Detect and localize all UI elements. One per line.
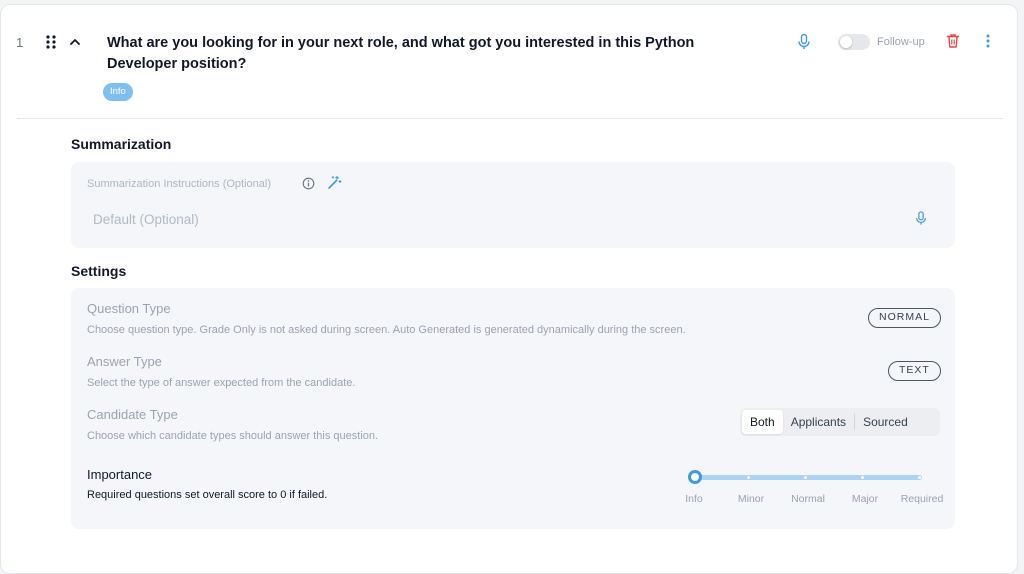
slider-step-dot	[804, 476, 807, 479]
slider-thumb[interactable]	[688, 470, 702, 484]
header-divider	[17, 118, 1003, 119]
answer-type-badge[interactable]: TEXT	[888, 361, 941, 381]
candidate-type-option-sourced[interactable]: Sourced	[855, 410, 916, 434]
question-card: 1 What are you looking for in your next …	[0, 4, 1018, 574]
importance-tag: Info	[103, 83, 133, 101]
question-type-title: Question Type	[87, 301, 171, 316]
magic-wand-icon[interactable]	[326, 175, 342, 191]
importance-level-normal[interactable]: Normal	[791, 493, 825, 505]
importance-description: Required questions set overall score to …	[87, 489, 328, 501]
importance-level-info[interactable]: Info	[685, 493, 703, 505]
summarization-panel: Summarization Instructions (Optional) De…	[71, 162, 955, 248]
slider-step-dot	[918, 476, 921, 479]
importance-level-minor[interactable]: Minor	[738, 493, 764, 505]
chevron-up-icon[interactable]	[68, 35, 82, 49]
summarization-title: Summarization	[71, 136, 172, 152]
candidate-type-selector: Both Applicants Sourced	[740, 408, 940, 436]
candidate-type-option-both[interactable]: Both	[742, 410, 783, 434]
microphone-icon[interactable]	[914, 210, 928, 227]
info-icon[interactable]	[302, 177, 315, 190]
toggle-knob	[840, 36, 852, 48]
importance-title: Importance	[87, 467, 153, 482]
followup-toggle[interactable]	[838, 34, 870, 50]
followup-label: Follow-up	[877, 36, 925, 48]
slider-step-dot	[861, 476, 864, 479]
candidate-type-title: Candidate Type	[87, 407, 178, 422]
importance-level-major[interactable]: Major	[852, 493, 878, 505]
answer-type-title: Answer Type	[87, 354, 162, 369]
question-number: 1	[16, 35, 24, 50]
candidate-type-option-applicants[interactable]: Applicants	[783, 410, 854, 434]
question-title: What are you looking for in your next ro…	[107, 35, 695, 72]
question-type-badge[interactable]: NORMAL	[868, 308, 941, 328]
slider-track	[694, 475, 922, 480]
settings-panel: Question Type Choose question type. Grad…	[71, 288, 955, 529]
summarization-input[interactable]: Default (Optional)	[93, 212, 199, 227]
importance-slider[interactable]	[688, 470, 926, 484]
slider-step-dot	[747, 476, 750, 479]
more-vertical-icon[interactable]	[983, 33, 993, 49]
trash-icon[interactable]	[946, 33, 960, 49]
importance-level-required[interactable]: Required	[901, 493, 944, 505]
microphone-icon[interactable]	[796, 33, 812, 51]
candidate-type-description: Choose which candidate types should answ…	[87, 430, 379, 442]
summarization-label: Summarization Instructions (Optional)	[87, 178, 272, 190]
drag-handle-icon[interactable]	[45, 34, 57, 50]
answer-type-description: Select the type of answer expected from …	[87, 377, 356, 389]
question-type-description: Choose question type. Grade Only is not …	[87, 324, 686, 336]
settings-title: Settings	[71, 263, 127, 279]
